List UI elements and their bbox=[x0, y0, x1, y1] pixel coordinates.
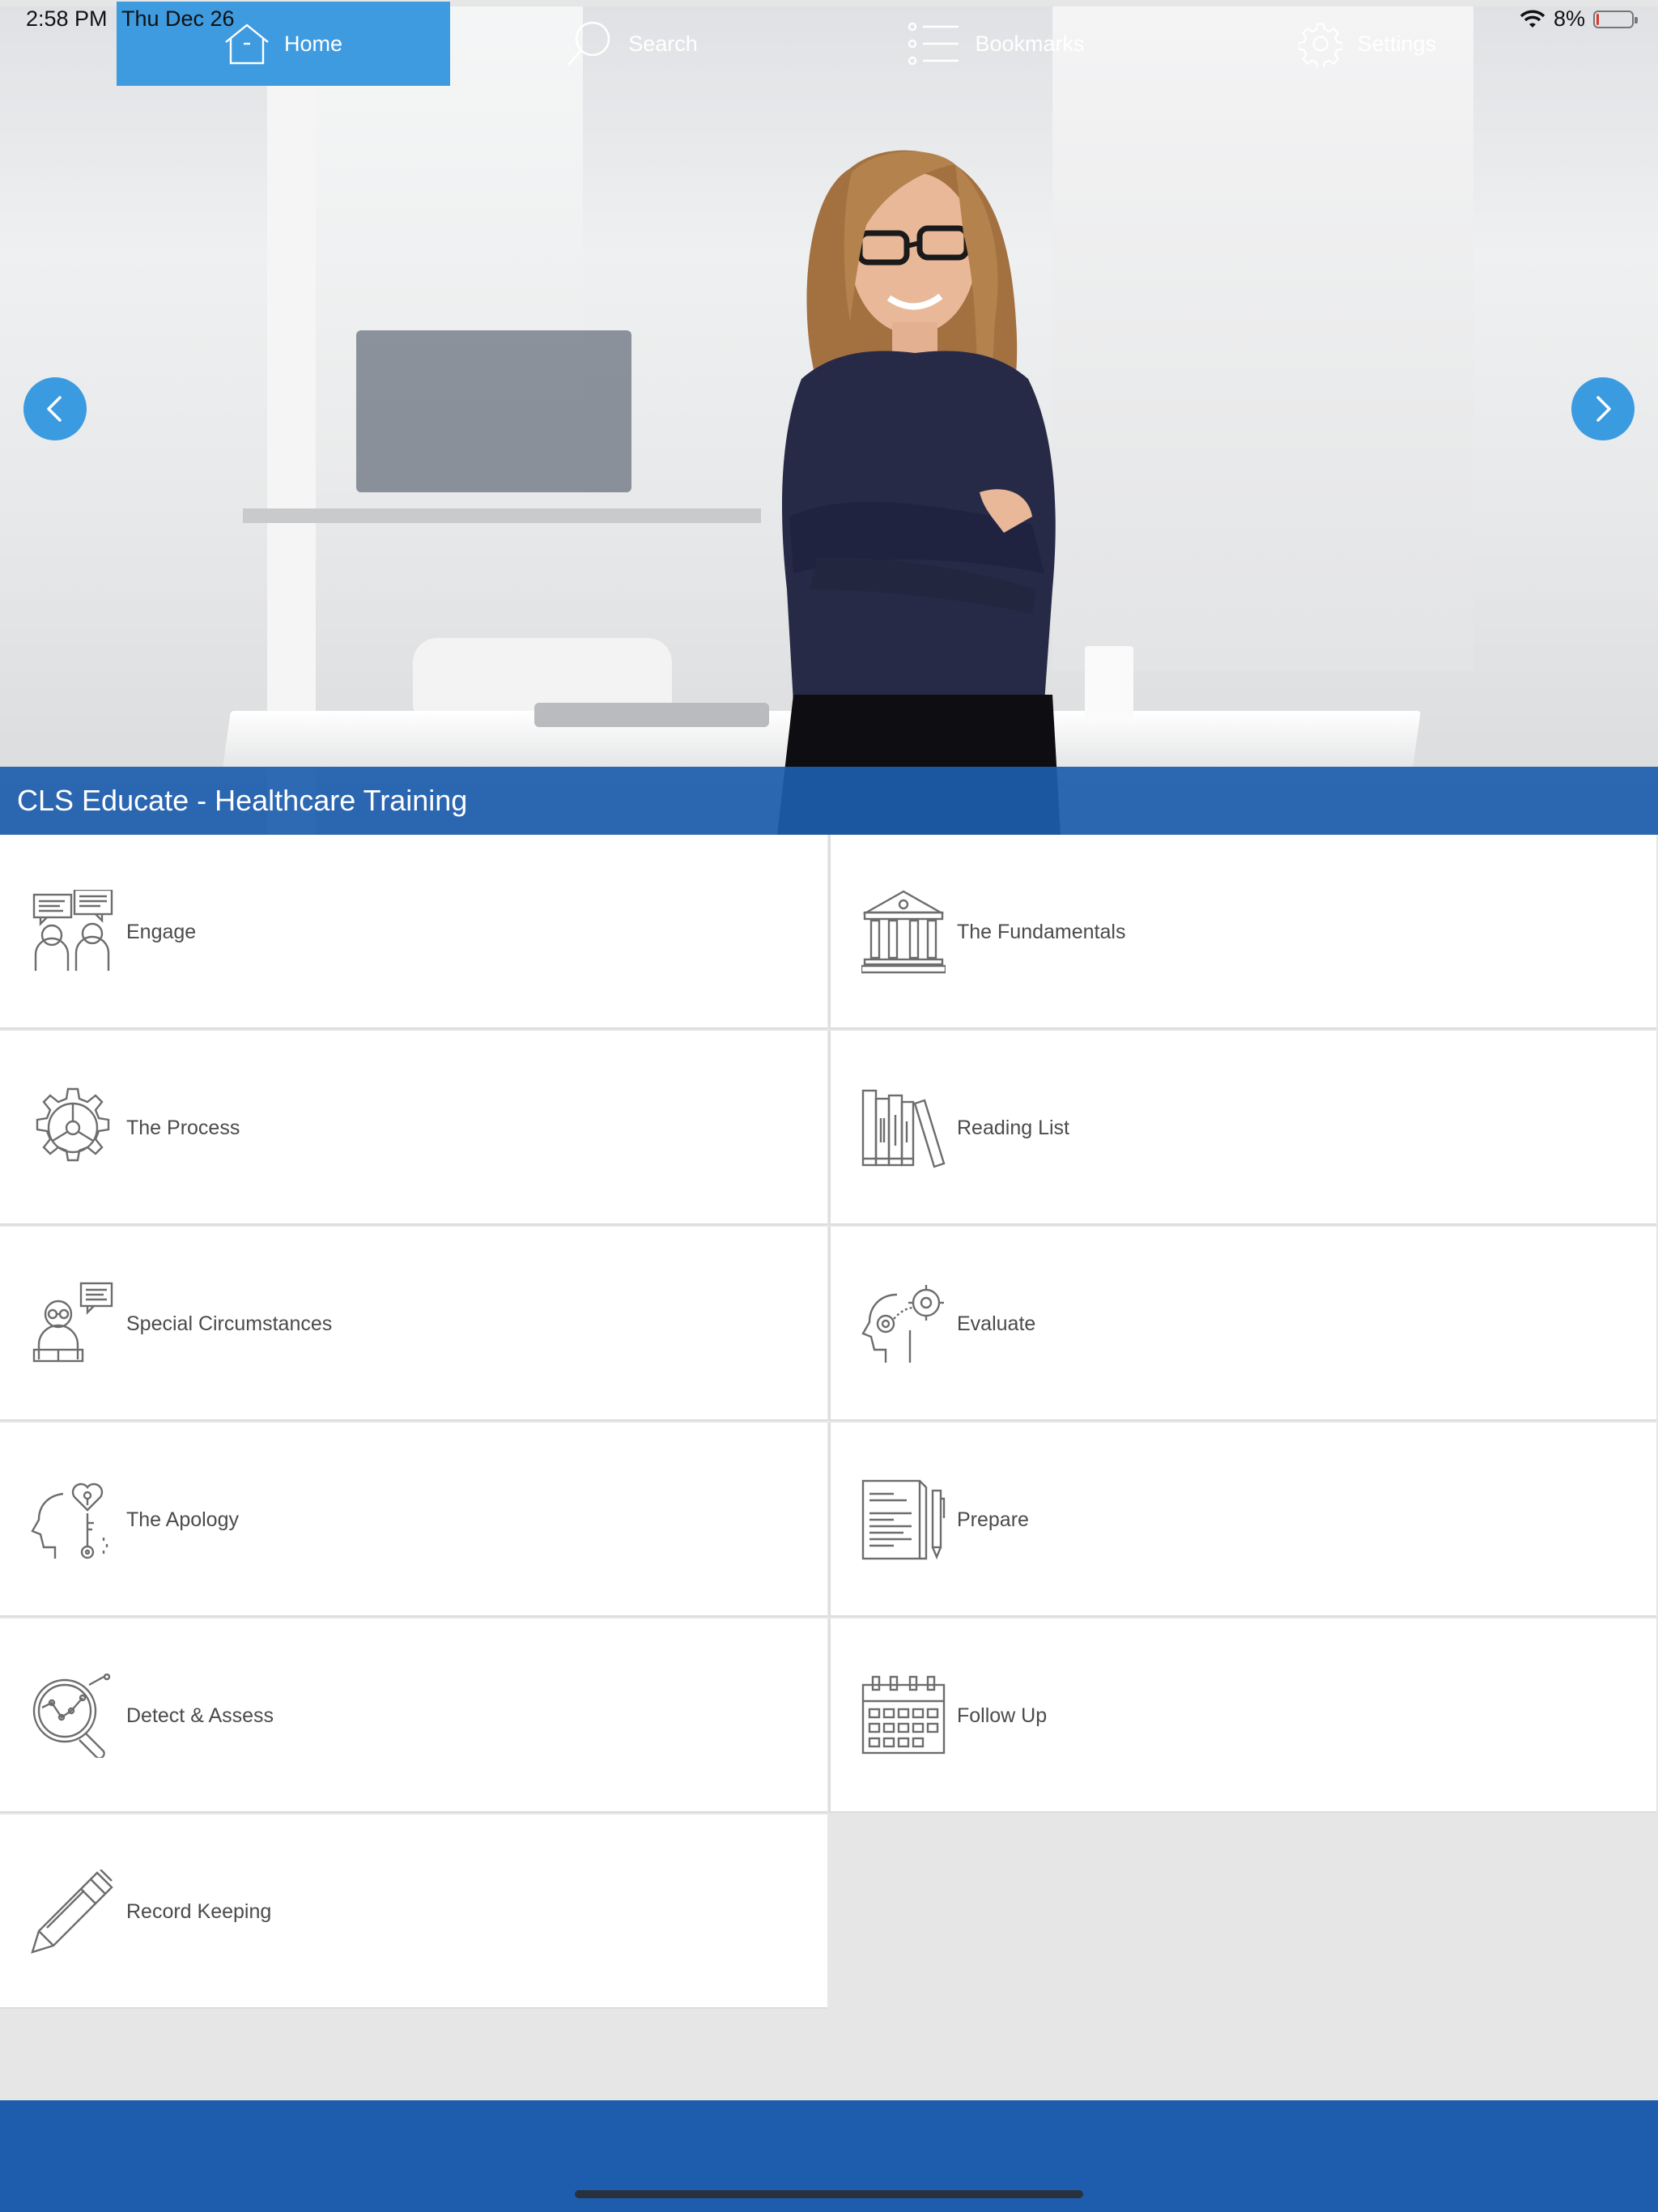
carousel-prev-button[interactable] bbox=[23, 377, 87, 440]
menu-item-process[interactable]: The Process bbox=[0, 1031, 827, 1225]
menu-item-label: Prepare bbox=[957, 1508, 1029, 1531]
menu-item-label: The Process bbox=[126, 1116, 240, 1139]
menu-item-special-circumstances[interactable]: Special Circumstances bbox=[0, 1227, 827, 1421]
menu-item-engage[interactable]: Engage bbox=[0, 835, 827, 1029]
hero-caption-text: CLS Educate - Healthcare Training bbox=[17, 784, 468, 817]
hero-background-monitor bbox=[356, 330, 631, 492]
courthouse-icon bbox=[861, 890, 946, 974]
hero-banner: CLS Educate - Healthcare Training bbox=[0, 6, 1658, 835]
status-indicators: 8% bbox=[1520, 6, 1638, 32]
hero-caption: CLS Educate - Healthcare Training bbox=[0, 767, 1658, 835]
gear-icon bbox=[36, 1087, 110, 1162]
magnifier-chart-icon bbox=[32, 1674, 111, 1758]
status-date: Thu Dec 26 bbox=[121, 6, 235, 31]
menu-item-label: Detect & Assess bbox=[126, 1704, 274, 1727]
menu-item-apology[interactable]: The Apology bbox=[0, 1423, 827, 1617]
menu-item-evaluate[interactable]: Evaluate bbox=[829, 1227, 1656, 1421]
wifi-icon bbox=[1520, 10, 1545, 28]
menu-item-fundamentals[interactable]: The Fundamentals bbox=[829, 835, 1656, 1029]
chevron-left-icon bbox=[47, 396, 62, 422]
menu-item-record-keeping[interactable]: Record Keeping bbox=[0, 1814, 827, 2009]
menu-item-label: The Apology bbox=[126, 1508, 239, 1531]
head-gears-icon bbox=[861, 1285, 944, 1363]
carousel-next-button[interactable] bbox=[1571, 377, 1635, 440]
menu-item-label: Special Circumstances bbox=[126, 1312, 333, 1335]
battery-level bbox=[1596, 13, 1599, 25]
hero-background-desk bbox=[243, 508, 761, 523]
menu-item-detect-assess[interactable]: Detect & Assess bbox=[0, 1619, 827, 1813]
menu-item-reading-list[interactable]: Reading List bbox=[829, 1031, 1656, 1225]
menu-item-prepare[interactable]: Prepare bbox=[829, 1423, 1656, 1617]
menu-item-label: Record Keeping bbox=[126, 1899, 272, 1923]
status-time: 2:58 PM bbox=[26, 6, 108, 31]
books-icon bbox=[861, 1089, 946, 1168]
battery-percent: 8% bbox=[1553, 6, 1585, 31]
person-reading-icon bbox=[32, 1282, 113, 1363]
menu-item-label: The Fundamentals bbox=[957, 920, 1126, 943]
menu-item-label: Reading List bbox=[957, 1116, 1069, 1139]
conversation-icon bbox=[32, 890, 113, 971]
document-pen-icon bbox=[861, 1479, 946, 1560]
calendar-icon bbox=[861, 1675, 946, 1755]
battery-icon bbox=[1593, 10, 1638, 28]
menu-item-label: Evaluate bbox=[957, 1312, 1036, 1335]
hero-person-photo bbox=[777, 150, 1061, 835]
menu-item-label: Follow Up bbox=[957, 1704, 1048, 1727]
menu-item-follow-up[interactable]: Follow Up bbox=[829, 1619, 1656, 1813]
head-heart-key-icon bbox=[31, 1482, 108, 1559]
chevron-right-icon bbox=[1596, 396, 1611, 422]
home-indicator bbox=[575, 2190, 1083, 2198]
menu-item-label: Engage bbox=[126, 920, 197, 943]
status-bar: 2:58 PM Thu Dec 26 8% bbox=[0, 0, 1658, 37]
pen-icon bbox=[31, 1870, 113, 1954]
